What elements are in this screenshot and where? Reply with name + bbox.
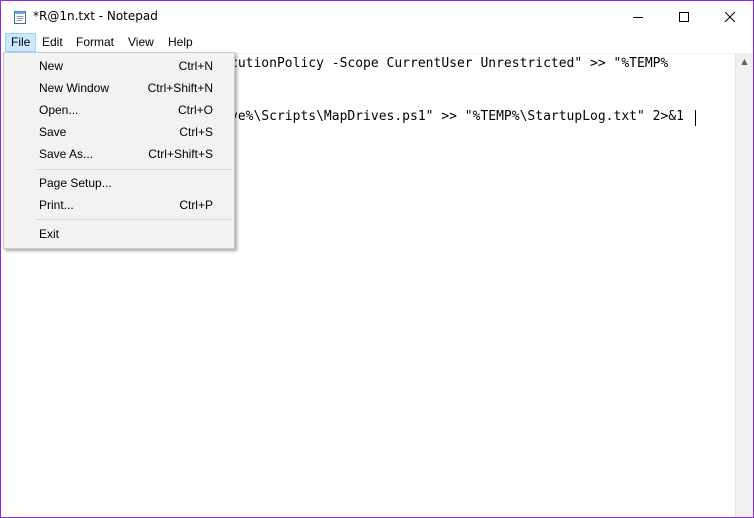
menu-item-label: Save <box>39 125 67 139</box>
menu-item-shortcut: Ctrl+O <box>177 103 213 117</box>
close-button[interactable] <box>707 1 753 32</box>
menu-help[interactable]: Help <box>163 33 198 52</box>
menu-item-label: New <box>39 59 64 73</box>
minimize-button-alt <box>614 1 660 32</box>
close-icon <box>725 11 735 22</box>
maximize-button-wrap <box>661 1 707 32</box>
notepad-icon <box>13 9 27 24</box>
menu-item-shortcut: Ctrl+S <box>179 125 213 139</box>
menu-item-label: Save As... <box>39 147 94 161</box>
menu-item-new-window[interactable]: New Window Ctrl+Shift+N <box>6 77 232 99</box>
menu-item-shortcut: Ctrl+P <box>179 198 213 212</box>
menu-item-label: Exit <box>39 227 60 241</box>
menu-item-exit[interactable]: Exit <box>6 223 232 245</box>
menu-item-shortcut: Ctrl+Shift+S <box>148 147 213 161</box>
menu-item-page-setup[interactable]: Page Setup... <box>6 172 232 194</box>
menu-format[interactable]: Format <box>71 33 119 52</box>
menu-item-label: New Window <box>39 81 110 95</box>
editor-line-2: ve%\Scripts\MapDrives.ps1" >> "%TEMP%\St… <box>230 109 684 124</box>
menu-file[interactable]: File <box>5 33 37 52</box>
menu-edit[interactable]: Edit <box>37 33 68 52</box>
file-menu-dropdown: New Ctrl+N New Window Ctrl+Shift+N Open.… <box>3 52 235 249</box>
notepad-window: *R@1n.txt - Notepad File Edit Format Vie… <box>0 0 754 518</box>
menu-separator <box>36 219 232 220</box>
menu-item-shortcut: Ctrl+Shift+N <box>147 81 213 95</box>
menu-item-print[interactable]: Print... Ctrl+P <box>6 194 232 216</box>
menu-item-label: Page Setup... <box>39 176 112 190</box>
editor-line-1: cutionPolicy -Scope CurrentUser Unrestri… <box>230 56 669 71</box>
menu-item-label: Open... <box>39 103 79 117</box>
menu-item-shortcut: Ctrl+N <box>178 59 213 73</box>
menu-item-save-as[interactable]: Save As... Ctrl+Shift+S <box>6 143 232 165</box>
menu-bar: File Edit Format View Help <box>1 32 753 53</box>
menu-view[interactable]: View <box>123 33 159 52</box>
menu-item-label: Print... <box>39 198 74 212</box>
menu-separator <box>36 169 232 170</box>
window-title: *R@1n.txt - Notepad <box>33 9 158 23</box>
scroll-up-arrow-icon[interactable]: ▲ <box>736 53 753 70</box>
text-caret <box>695 110 696 126</box>
menu-item-save[interactable]: Save Ctrl+S <box>6 121 232 143</box>
vertical-scrollbar[interactable]: ▲ <box>735 53 753 517</box>
menu-item-open[interactable]: Open... Ctrl+O <box>6 99 232 121</box>
menu-item-new[interactable]: New Ctrl+N <box>6 55 232 77</box>
